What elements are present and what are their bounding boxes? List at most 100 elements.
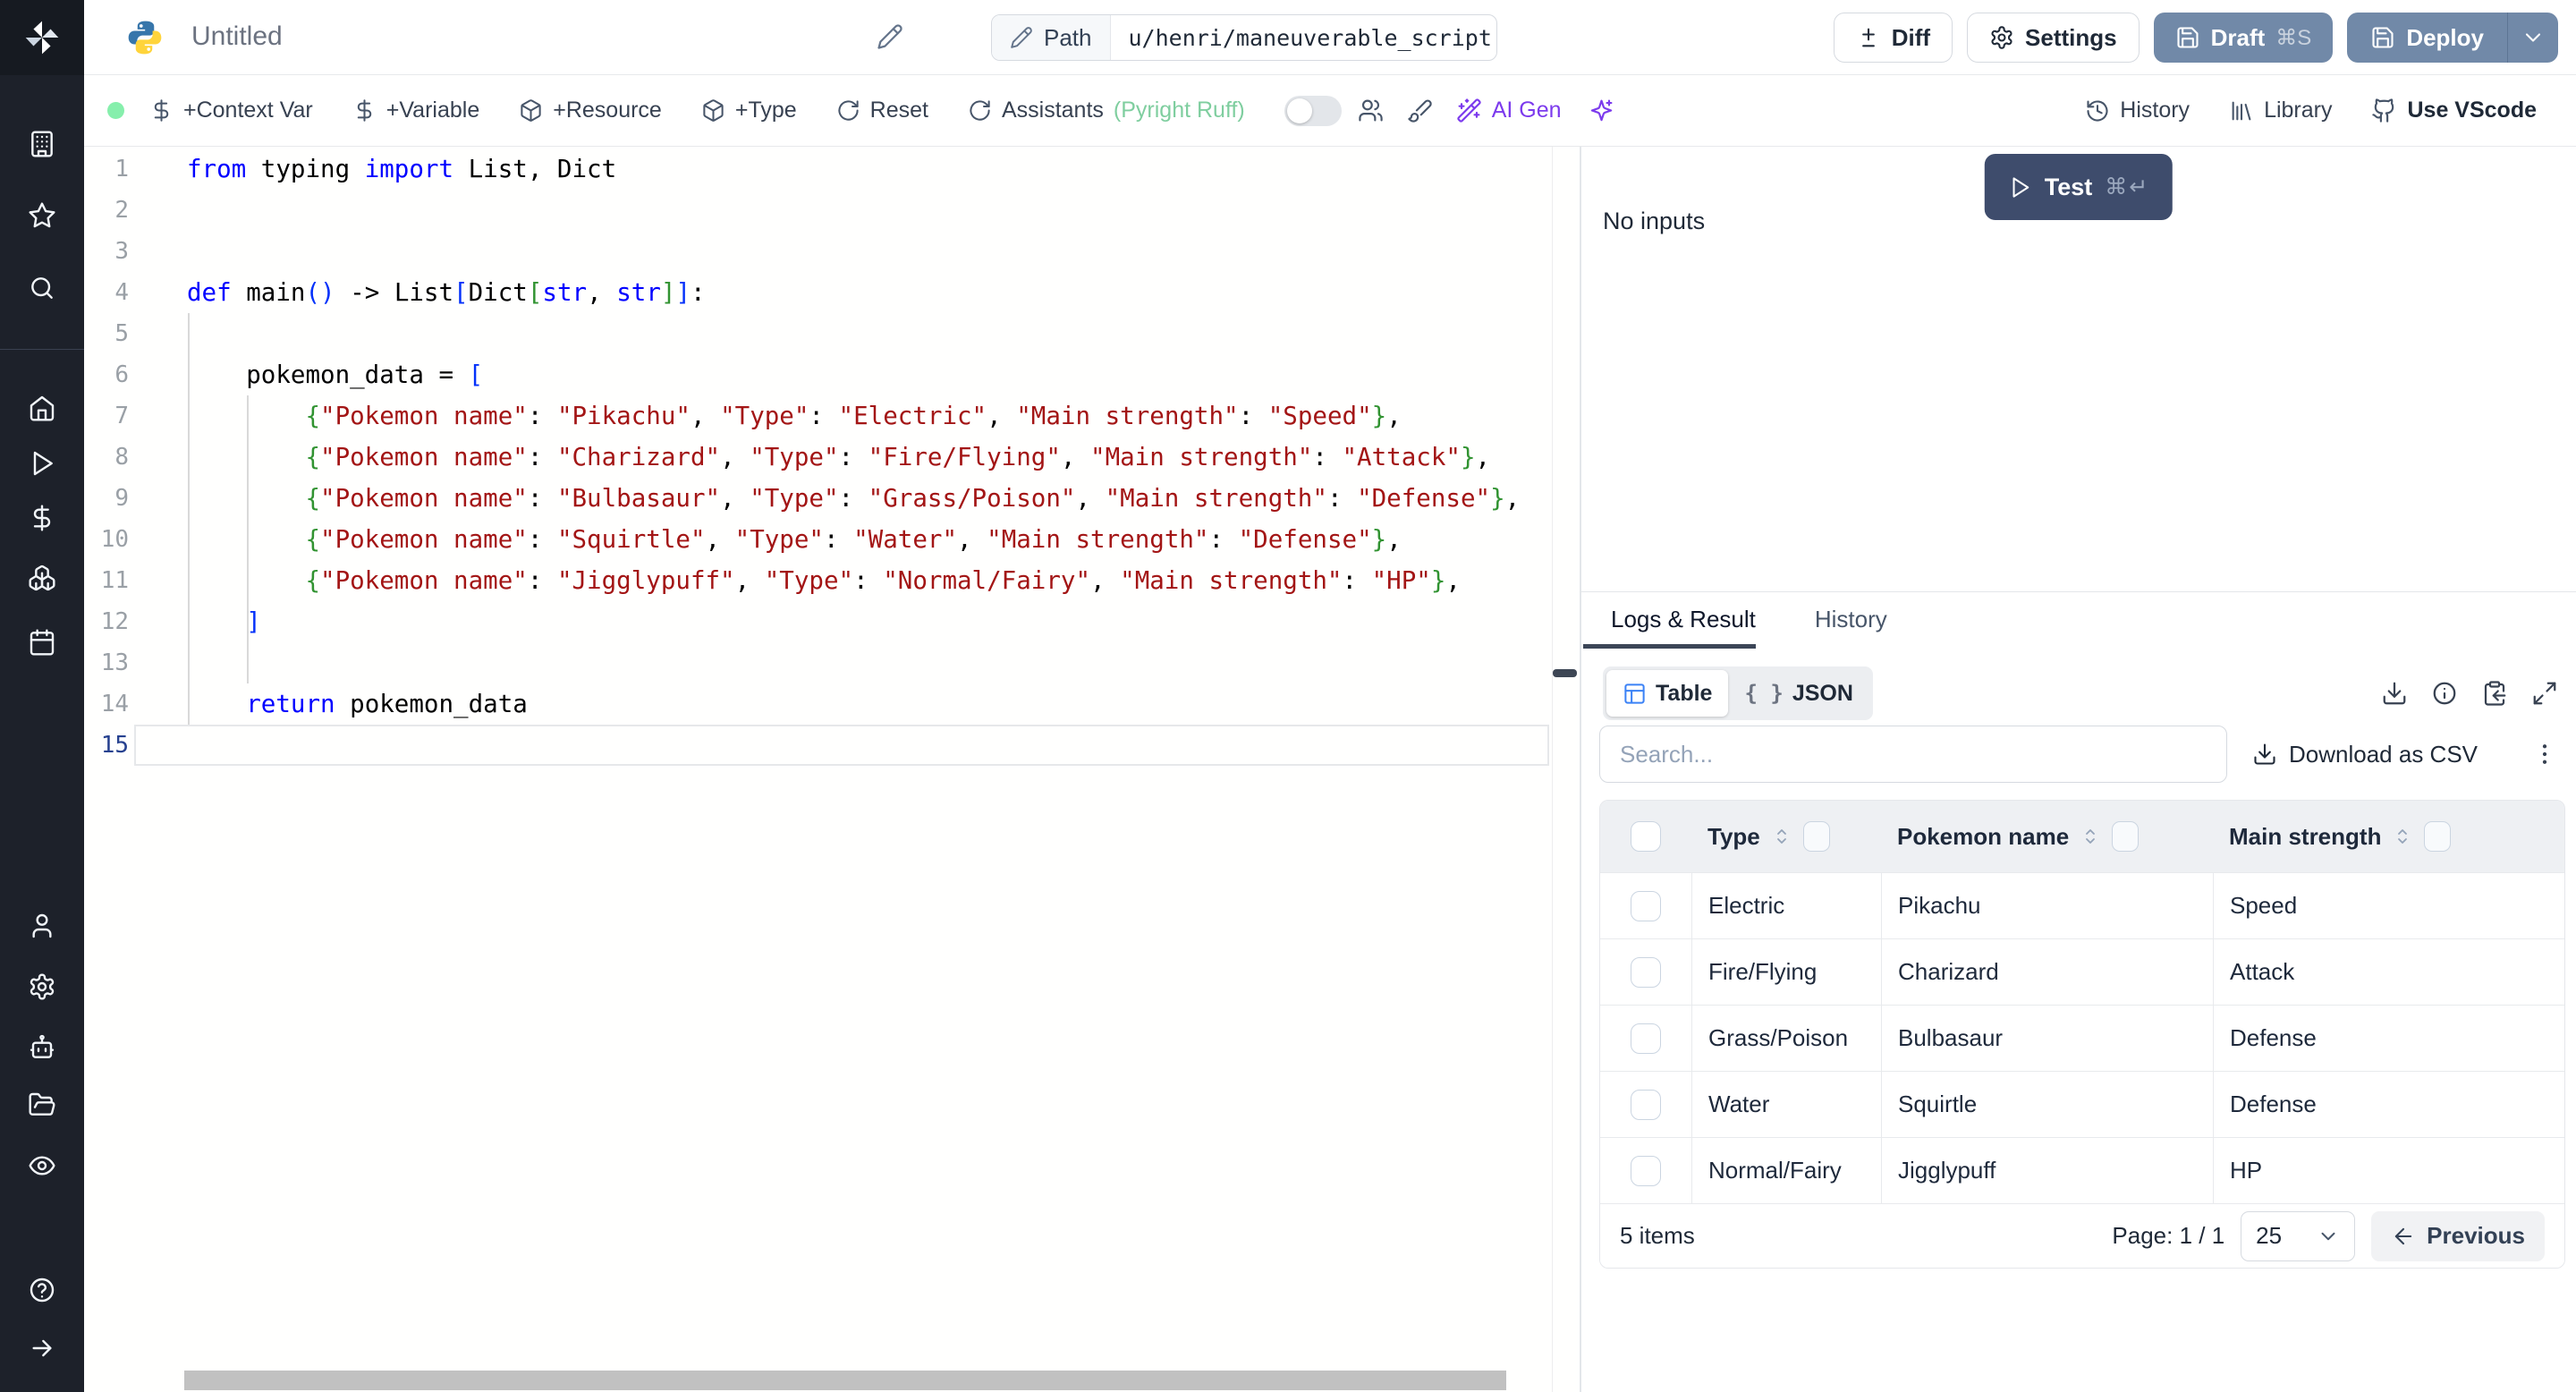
copy-result-icon[interactable] <box>2481 680 2508 707</box>
code-line[interactable]: from typing import List, Dict <box>187 149 1544 190</box>
wand-icon <box>1456 98 1482 123</box>
history-button[interactable]: History <box>2085 98 2190 123</box>
sidebar-gear-icon[interactable] <box>0 969 84 1005</box>
page-size-select[interactable]: 25 <box>2241 1210 2356 1261</box>
code-line[interactable]: {"Pokemon name": "Pikachu", "Type": "Ele… <box>187 395 1544 437</box>
sidebar-calendar-icon[interactable] <box>0 624 84 660</box>
use-vscode-button[interactable]: Use VScode <box>2371 98 2537 123</box>
test-button[interactable]: Test ⌘↵ <box>1984 154 2174 220</box>
row-checkbox[interactable] <box>1631 1155 1661 1186</box>
code-line[interactable] <box>187 313 1544 354</box>
sidebar-eye-icon[interactable] <box>0 1148 84 1184</box>
previous-page-button[interactable]: Previous <box>2371 1210 2545 1261</box>
row-checkbox[interactable] <box>1631 956 1661 988</box>
deploy-button[interactable]: Deploy <box>2347 13 2507 63</box>
code-line[interactable] <box>187 725 1544 766</box>
table-cell: Speed <box>2213 873 2564 938</box>
code-line[interactable] <box>187 231 1544 272</box>
table-cell: Attack <box>2213 939 2564 1005</box>
table-footer: 5 items Page: 1 / 1 25 Previous <box>1600 1203 2564 1268</box>
row-checkbox[interactable] <box>1631 1089 1661 1120</box>
settings-button[interactable]: Settings <box>1967 13 2140 63</box>
view-table-option[interactable]: Table <box>1606 670 1729 717</box>
sidebar-play-icon[interactable] <box>0 446 84 481</box>
path-field[interactable]: Path u/henri/maneuverable_script <box>991 14 1497 61</box>
table-row[interactable]: Fire/Flying Charizard Attack <box>1600 938 2564 1005</box>
sidebar-user-icon[interactable] <box>0 908 84 944</box>
multiplayer-toggle[interactable] <box>1284 95 1342 126</box>
add-resource-button[interactable]: +Resource <box>519 98 662 123</box>
ai-gen-button[interactable]: AI Gen <box>1456 98 1562 123</box>
tab-logs-result[interactable]: Logs & Result <box>1611 606 1756 633</box>
sidebar-search-icon[interactable] <box>0 270 84 306</box>
users-icon[interactable] <box>1358 98 1384 123</box>
library-button[interactable]: Library <box>2229 98 2332 123</box>
dollar-icon <box>352 98 377 123</box>
table-row[interactable]: Grass/Poison Bulbasaur Defense <box>1600 1005 2564 1071</box>
table-row[interactable]: Water Squirtle Defense <box>1600 1071 2564 1137</box>
deploy-options-button[interactable] <box>2507 13 2558 63</box>
windmill-logo[interactable] <box>0 0 84 75</box>
row-checkbox[interactable] <box>1631 890 1661 921</box>
sort-icon[interactable] <box>1771 826 1792 847</box>
download-result-icon[interactable] <box>2381 680 2408 707</box>
table-menu-button[interactable] <box>2531 741 2558 768</box>
splitter-drag-handle[interactable] <box>1553 669 1577 677</box>
download-csv-button[interactable]: Download as CSV <box>2252 741 2478 768</box>
draft-button[interactable]: Draft ⌘S <box>2153 13 2334 63</box>
code-line[interactable]: return pokemon_data <box>187 683 1544 725</box>
path-value[interactable]: u/henri/maneuverable_script <box>1111 15 1497 60</box>
gear-icon <box>1989 25 2014 50</box>
expand-icon[interactable] <box>2531 680 2558 707</box>
code-line[interactable] <box>187 642 1544 683</box>
history-icon <box>2085 98 2110 123</box>
draft-shortcut: ⌘S <box>2275 25 2312 50</box>
sidebar-star-icon[interactable] <box>0 198 84 233</box>
sidebar-help-icon[interactable] <box>0 1272 84 1308</box>
sidebar-dollar-icon[interactable] <box>0 500 84 536</box>
add-type-button[interactable]: +Type <box>701 98 797 123</box>
python-logo-icon <box>125 18 165 62</box>
code-line[interactable] <box>187 190 1544 231</box>
sidebar-boxes-icon[interactable] <box>0 560 84 596</box>
sort-icon[interactable] <box>2080 826 2101 847</box>
sparkles-icon[interactable] <box>1589 98 1614 123</box>
sidebar-home-icon[interactable] <box>0 390 84 426</box>
search-input[interactable] <box>1599 726 2227 783</box>
table-row[interactable]: Normal/Fairy Jigglypuff HP <box>1600 1137 2564 1203</box>
sidebar-folder-open-icon[interactable] <box>0 1087 84 1123</box>
code-line[interactable]: {"Pokemon name": "Jigglypuff", "Type": "… <box>187 560 1544 601</box>
select-all-checkbox[interactable] <box>1631 821 1661 852</box>
view-json-option[interactable]: { } JSON <box>1728 670 1868 717</box>
code-line[interactable]: {"Pokemon name": "Charizard", "Type": "F… <box>187 437 1544 478</box>
assistants-button[interactable]: Assistants (Pyright Ruff) <box>968 98 1245 123</box>
column-filter-checkbox[interactable] <box>1802 821 1830 852</box>
no-inputs-text: No inputs <box>1603 208 1706 234</box>
dollar-icon <box>149 98 174 123</box>
row-checkbox[interactable] <box>1631 1023 1661 1054</box>
code-editor[interactable]: 1 2 3 4 5 6 7 8 9 10 11 12 13 14 15 from typing import… <box>84 147 1580 1392</box>
tab-history[interactable]: History <box>1815 606 1887 633</box>
sidebar-bot-icon[interactable] <box>0 1030 84 1065</box>
code-line[interactable]: pokemon_data = [ <box>187 354 1544 395</box>
code-line[interactable]: {"Pokemon name": "Squirtle", "Type": "Wa… <box>187 519 1544 560</box>
add-context-var-button[interactable]: +Context Var <box>149 98 313 123</box>
edit-summary-icon[interactable] <box>877 23 903 55</box>
arrow-left-icon <box>2391 1224 2416 1249</box>
column-filter-checkbox[interactable] <box>2112 821 2140 852</box>
format-brush-icon[interactable] <box>1407 98 1433 123</box>
sidebar-arrow-right-icon[interactable] <box>0 1330 84 1366</box>
sidebar-building-icon[interactable] <box>0 126 84 162</box>
table-cell: Bulbasaur <box>1881 1006 2213 1071</box>
info-icon[interactable] <box>2431 680 2458 707</box>
diff-button[interactable]: Diff <box>1833 13 1953 63</box>
add-variable-button[interactable]: +Variable <box>352 98 479 123</box>
horizontal-scrollbar-thumb[interactable] <box>184 1371 1506 1390</box>
sort-icon[interactable] <box>2392 826 2413 847</box>
table-row[interactable]: Electric Pikachu Speed <box>1600 872 2564 938</box>
reset-button[interactable]: Reset <box>836 98 928 123</box>
column-filter-checkbox[interactable] <box>2424 821 2452 852</box>
code-line[interactable]: {"Pokemon name": "Bulbasaur", "Type": "G… <box>187 478 1544 519</box>
code-line[interactable]: ] <box>187 601 1544 642</box>
code-line[interactable]: def main() -> List[Dict[str, str]]: <box>187 272 1544 313</box>
